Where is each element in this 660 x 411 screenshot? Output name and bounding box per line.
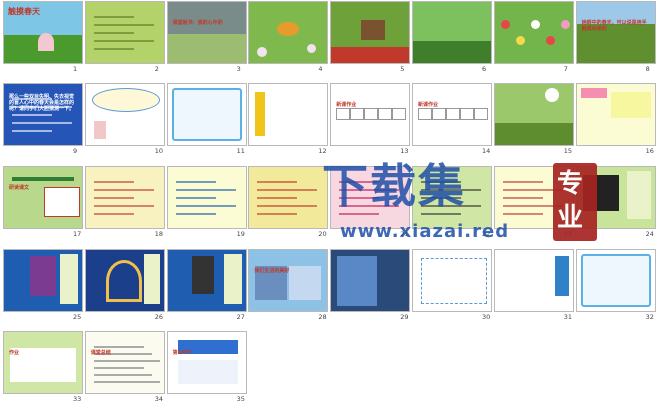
slide-number: 34 [154, 395, 164, 403]
slide-thumbnail-28[interactable]: 我们生活的美好 [248, 249, 329, 312]
slide-number: 8 [645, 65, 650, 73]
slide-number: 2 [154, 65, 159, 73]
slide-number: 17 [73, 230, 82, 238]
slide-number: 23 [563, 230, 573, 238]
slide-caption: 新课作业 [336, 102, 357, 108]
slide-thumbnail-3[interactable]: 课堂板书：我的心中的 [166, 1, 247, 64]
slide-thumbnail-27[interactable] [166, 249, 247, 312]
slide-number: 28 [318, 313, 327, 321]
slide-thumbnail-11[interactable] [166, 83, 247, 146]
slide-number: 7 [563, 65, 568, 73]
slide-caption: 她眼中的春天，可以说是用手触摸出来的 [581, 20, 647, 32]
slide-thumbnail-24[interactable] [575, 166, 656, 229]
slide-number: 29 [400, 313, 409, 321]
slide-number: 31 [563, 313, 573, 321]
slide-number: 24 [645, 230, 654, 238]
slide-thumbnail-21[interactable] [330, 166, 411, 229]
slide-thumbnail-19[interactable] [166, 166, 247, 229]
slide-caption: 我们生活的美好 [254, 268, 290, 274]
slide-number: 14 [482, 147, 491, 155]
slide-number: 15 [563, 147, 573, 155]
slide-number: 33 [73, 395, 82, 403]
slide-thumbnail-30[interactable] [412, 249, 492, 312]
slide-thumbnail-31[interactable] [493, 249, 574, 312]
slide-thumbnail-34[interactable]: 课堂总结 [84, 331, 165, 394]
slide-thumbnail-14[interactable]: 新课作业 [412, 83, 492, 146]
slide-thumbnail-5[interactable] [330, 1, 411, 64]
slide-thumbnail-16[interactable] [575, 83, 656, 146]
slide-thumbnail-2[interactable] [84, 1, 165, 64]
slide-number: 21 [400, 230, 409, 238]
slide-number: 1 [73, 65, 78, 73]
slide-caption: 新课作业 [418, 102, 439, 108]
slide-caption: 课堂板书：我的心中的 [172, 20, 223, 26]
slide-thumbnail-8[interactable]: 她眼中的春天，可以说是用手触摸出来的 [575, 1, 656, 64]
slide-number: 13 [400, 147, 409, 155]
slide-thumbnail-33[interactable]: 作业 [3, 331, 83, 394]
slide-thumbnail-23[interactable] [493, 166, 574, 229]
slide-number: 32 [645, 313, 654, 321]
slide-thumbnail-9[interactable]: 那么一些双目失明、失去视觉的盲人心中的春天会是怎样的呢？请同学们大胆猜测一下。 [3, 83, 83, 146]
slide-caption: 第1PPT [172, 350, 192, 356]
slide-number: 30 [482, 313, 491, 321]
slide-thumbnail-35[interactable]: 第1PPT [166, 331, 247, 394]
slide-caption: 课堂总结 [90, 350, 111, 356]
slide-number: 27 [236, 313, 245, 321]
slide-thumbnail-15[interactable] [493, 83, 574, 146]
slide-number: 18 [154, 230, 164, 238]
slide-number: 10 [154, 147, 164, 155]
slide-thumbnail-17[interactable]: 研读课文 [3, 166, 83, 229]
slide-number: 26 [154, 313, 164, 321]
slide-number: 16 [645, 147, 654, 155]
slide-number: 35 [236, 395, 245, 403]
slide-number: 4 [318, 65, 323, 73]
slide-thumbnail-13[interactable]: 新课作业 [330, 83, 411, 146]
slide-thumbnail-20[interactable] [248, 166, 329, 229]
slide-number: 3 [236, 65, 241, 73]
slide-thumbnail-22[interactable] [412, 166, 492, 229]
slide-thumbnail-18[interactable] [84, 166, 165, 229]
slide-thumbnail-12[interactable] [248, 83, 329, 146]
slide-caption: 那么一些双目失明、失去视觉的盲人心中的春天会是怎样的呢？请同学们大胆猜测一下。 [9, 94, 75, 112]
slide-thumbnail-6[interactable] [412, 1, 492, 64]
slide-number: 25 [73, 313, 82, 321]
slide-number: 11 [236, 147, 245, 155]
slide-number: 12 [318, 147, 327, 155]
slide-sorter-grid: 触摸春天 1 2 课堂板书：我的心中的 3 4 5 6 7 她眼中的春天，可以说是用手触摸出来的 8… [0, 0, 660, 411]
slide-caption: 研读课文 [9, 185, 30, 191]
slide-number: 9 [73, 147, 78, 155]
slide-thumbnail-4[interactable] [248, 1, 329, 64]
slide-number: 22 [482, 230, 491, 238]
slide-thumbnail-26[interactable] [84, 249, 165, 312]
slide-number: 6 [482, 65, 487, 73]
slide-thumbnail-25[interactable] [3, 249, 83, 312]
slide-thumbnail-10[interactable] [84, 83, 165, 146]
slide-thumbnail-29[interactable] [330, 249, 411, 312]
slide-caption: 作业 [9, 350, 20, 356]
slide-title: 触摸春天 [8, 7, 40, 16]
slide-thumbnail-7[interactable] [493, 1, 574, 64]
slide-thumbnail-32[interactable] [575, 249, 656, 312]
slide-number: 20 [318, 230, 327, 238]
slide-number: 5 [400, 65, 405, 73]
slide-number: 19 [236, 230, 245, 238]
slide-thumbnail-1[interactable]: 触摸春天 [3, 1, 83, 64]
